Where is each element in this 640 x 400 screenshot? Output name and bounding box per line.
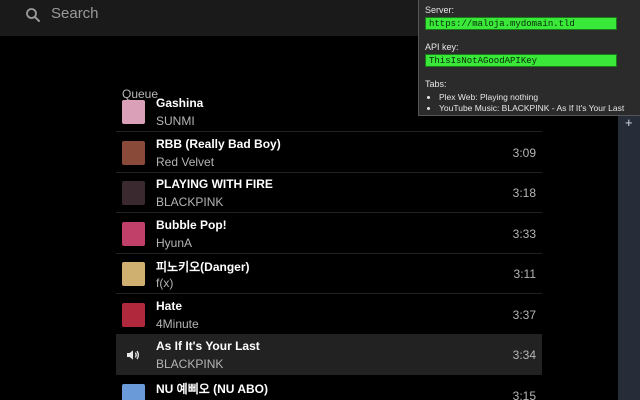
track-title: As If It's Your Last: [156, 339, 260, 353]
track-artist: HyunA: [156, 235, 193, 250]
album-art-thumbnail: [122, 262, 145, 286]
track-duration: 3:09: [512, 145, 536, 160]
queue-row[interactable]: 피노키오(Danger) f(x) 3:11: [116, 254, 542, 294]
server-field[interactable]: https://maloja.mydomain.tld: [425, 17, 617, 30]
album-art-thumbnail: [122, 181, 145, 205]
tabs-label: Tabs:: [425, 79, 447, 89]
album-art-thumbnail: [122, 302, 145, 327]
queue-row[interactable]: Bubble Pop! HyunA 3:33: [116, 214, 542, 254]
track-title: 피노키오(Danger): [156, 260, 250, 274]
album-art-thumbnail: [122, 383, 145, 400]
track-artist: f(x): [156, 276, 174, 290]
track-title: PLAYING WITH FIRE: [156, 177, 273, 191]
track-artist: 4Minute: [156, 316, 199, 331]
server-label: Server:: [425, 5, 455, 15]
track-artist: SUNMI: [156, 114, 195, 128]
track-artist: BLACKPINK: [156, 357, 224, 371]
add-icon[interactable]: +: [625, 116, 633, 129]
queue-row[interactable]: Hate 4Minute 3:37: [116, 295, 542, 335]
queue-list: Gashina SUNMI 3:01 RBB (Really Bad Boy) …: [116, 98, 542, 400]
track-title: RBB (Really Bad Boy): [156, 136, 281, 151]
queue-row-now-playing[interactable]: As If It's Your Last BLACKPINK 3:34: [116, 335, 542, 375]
queue-row[interactable]: PLAYING WITH FIRE BLACKPINK 3:18: [116, 173, 542, 213]
track-duration: 3:33: [512, 226, 536, 241]
track-duration: 3:34: [512, 348, 536, 362]
track-title: Bubble Pop!: [156, 217, 227, 232]
track-title: Gashina: [156, 98, 204, 110]
queue-row[interactable]: RBB (Really Bad Boy) Red Velvet 3:09: [116, 133, 542, 173]
search-input[interactable]: Search: [51, 5, 99, 22]
album-art-thumbnail: [122, 221, 145, 246]
tabs-list: Plex Web: Playing nothing YouTube Music:…: [439, 92, 624, 114]
track-title: NU 예삐오 (NU ABO): [156, 381, 268, 396]
tab-status-item: Plex Web: Playing nothing: [439, 92, 624, 103]
track-artist: Red Velvet: [156, 154, 215, 169]
track-duration: 3:37: [512, 307, 536, 322]
search-icon[interactable]: [24, 6, 42, 24]
track-title: Hate: [156, 298, 183, 313]
api-key-field[interactable]: ThisIsNotAGoodAPIKey: [425, 54, 617, 67]
scrobbler-popup: Server: https://maloja.mydomain.tld API …: [418, 0, 640, 116]
api-key-label: API key:: [425, 42, 459, 52]
track-duration: 3:15: [512, 388, 536, 400]
tab-status-item: YouTube Music: BLACKPINK - As If It's Yo…: [439, 103, 624, 114]
track-duration: 3:18: [512, 186, 536, 200]
album-art-thumbnail: [122, 100, 145, 124]
queue-row[interactable]: NU 예삐오 (NU ABO) 3:15: [116, 376, 542, 400]
album-art-thumbnail: [122, 140, 145, 165]
speaker-icon: [127, 350, 139, 360]
track-artist: BLACKPINK: [156, 195, 224, 209]
track-duration: 3:11: [513, 267, 536, 281]
